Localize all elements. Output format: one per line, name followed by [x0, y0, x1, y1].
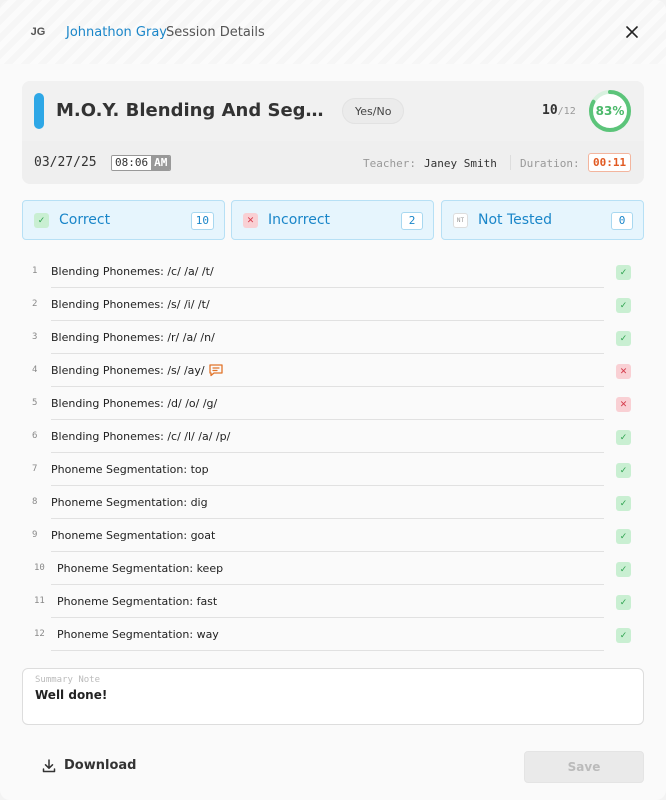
item-text: Blending Phonemes: /d/ /o/ /g/ [51, 397, 218, 410]
item-text: Phoneme Segmentation: goat [51, 529, 216, 542]
item-row: 3 Blending Phonemes: /r/ /a/ /n/ ✓ [22, 321, 644, 354]
tally-label: Correct [59, 212, 111, 228]
item-row: 8 Phoneme Segmentation: dig ✓ [22, 486, 644, 519]
item-row: 2 Blending Phonemes: /s/ /i/ /t/ ✓ [22, 288, 644, 321]
teacher-label: Teacher: [363, 157, 416, 170]
duration-label: Duration: [520, 157, 580, 170]
item-list: 1 Blending Phonemes: /c/ /a/ /t/ ✓ 2 Blendin… [22, 255, 644, 651]
check-icon: ✓ [34, 213, 49, 228]
download-icon [42, 758, 56, 772]
check-icon[interactable]: ✓ [616, 331, 631, 346]
nt-icon: NT [453, 213, 468, 228]
item-text: Blending Phonemes: /c/ /l/ /a/ /p/ [51, 430, 231, 443]
download-label: Download [64, 758, 137, 773]
close-icon [626, 26, 638, 38]
score-total: /12 [557, 106, 576, 117]
assessment-card: M.O.Y. Blending And Segmenting Phonemes … [22, 81, 644, 184]
divider [510, 155, 511, 170]
x-icon: ✕ [243, 213, 258, 228]
item-row: 11 Phoneme Segmentation: fast ✓ [22, 585, 644, 618]
item-row: 1 Blending Phonemes: /c/ /a/ /t/ ✓ [22, 255, 644, 288]
score-value: 10 [542, 103, 558, 118]
item-number: 6 [32, 431, 38, 441]
item-number: 9 [32, 530, 38, 540]
time-ampm: AM [151, 156, 171, 170]
assessment-meta: 03/27/25 08:06 AM Teacher: Janey Smith D… [22, 141, 644, 184]
check-icon[interactable]: ✓ [616, 496, 631, 511]
check-icon[interactable]: ✓ [616, 463, 631, 478]
item-number: 3 [32, 332, 38, 342]
percent-label: 83% [595, 104, 625, 118]
item-row: 10 Phoneme Segmentation: keep ✓ [22, 552, 644, 585]
row-divider [51, 650, 604, 651]
item-text: Phoneme Segmentation: way [57, 628, 219, 641]
download-button[interactable]: Download [42, 758, 136, 773]
save-button[interactable]: Save [524, 751, 644, 783]
check-icon[interactable]: ✓ [616, 595, 631, 610]
check-icon[interactable]: ✓ [616, 562, 631, 577]
tally-count: 2 [401, 212, 423, 230]
x-icon[interactable]: ✕ [616, 364, 631, 379]
item-text: Blending Phonemes: /r/ /a/ /n/ [51, 331, 215, 344]
score: 10/12 [542, 103, 576, 118]
tally-incorrect[interactable]: ✕ Incorrect 2 [231, 200, 434, 240]
item-row: 4 Blending Phonemes: /s/ /ay/ ✕ [22, 354, 644, 387]
session-date: 03/27/25 [34, 155, 97, 170]
page-title: Session Details [166, 25, 265, 40]
item-number: 8 [32, 497, 38, 507]
item-text: Blending Phonemes: /c/ /a/ /t/ [51, 265, 214, 278]
item-number: 12 [34, 629, 45, 639]
check-icon[interactable]: ✓ [616, 265, 631, 280]
accent-bar [34, 93, 44, 129]
duration-value: 00:11 [588, 153, 632, 172]
tally-not-tested[interactable]: NT Not Tested 0 [441, 200, 644, 240]
assessment-title: M.O.Y. Blending And Segmenting Phonemes [56, 100, 331, 121]
item-row: 6 Blending Phonemes: /c/ /l/ /a/ /p/ ✓ [22, 420, 644, 453]
avatar: JG [30, 26, 46, 38]
summary-note-value[interactable]: Well done! [35, 688, 107, 702]
item-row: 9 Phoneme Segmentation: goat ✓ [22, 519, 644, 552]
item-row: 7 Phoneme Segmentation: top ✓ [22, 453, 644, 486]
summary-note-field[interactable]: Summary Note Well done! [22, 668, 644, 725]
tally-label: Not Tested [478, 212, 553, 228]
time-value: 08:06 [112, 156, 152, 170]
x-icon[interactable]: ✕ [616, 397, 631, 412]
assessment-type-pill: Yes/No [342, 98, 405, 124]
comment-icon[interactable] [208, 363, 224, 377]
item-number: 11 [34, 596, 45, 606]
session-details-panel: JG Johnathon Gray Session Details M.O.Y.… [0, 0, 666, 800]
item-number: 5 [32, 398, 38, 408]
tally-count: 0 [611, 212, 633, 230]
item-text: Blending Phonemes: /s/ /i/ /t/ [51, 298, 210, 311]
header: JG Johnathon Gray Session Details [0, 0, 666, 64]
check-icon[interactable]: ✓ [616, 298, 631, 313]
assessment-card-top: M.O.Y. Blending And Segmenting Phonemes … [22, 81, 644, 141]
item-text: Phoneme Segmentation: fast [57, 595, 218, 608]
item-text: Phoneme Segmentation: dig [51, 496, 208, 509]
item-row: 12 Phoneme Segmentation: way ✓ [22, 618, 644, 651]
check-icon[interactable]: ✓ [616, 628, 631, 643]
tally-correct[interactable]: ✓ Correct 10 [22, 200, 225, 240]
close-button[interactable] [622, 22, 642, 42]
check-icon[interactable]: ✓ [616, 430, 631, 445]
item-text: Blending Phonemes: /s/ /ay/ [51, 364, 205, 377]
tally-count: 10 [190, 212, 214, 230]
summary-note-placeholder: Summary Note [35, 675, 101, 685]
teacher-name: Janey Smith [424, 157, 497, 170]
student-name-link[interactable]: Johnathon Gray [66, 25, 167, 40]
check-icon[interactable]: ✓ [616, 529, 631, 544]
session-time: 08:06 AM [111, 155, 172, 171]
item-text: Phoneme Segmentation: keep [57, 562, 224, 575]
item-number: 7 [32, 464, 38, 474]
item-number: 1 [32, 266, 38, 276]
item-row: 5 Blending Phonemes: /d/ /o/ /g/ ✕ [22, 387, 644, 420]
item-number: 2 [32, 299, 38, 309]
item-number: 10 [34, 563, 45, 573]
item-number: 4 [32, 365, 38, 375]
item-text: Phoneme Segmentation: top [51, 463, 209, 476]
tally-label: Incorrect [268, 212, 331, 228]
